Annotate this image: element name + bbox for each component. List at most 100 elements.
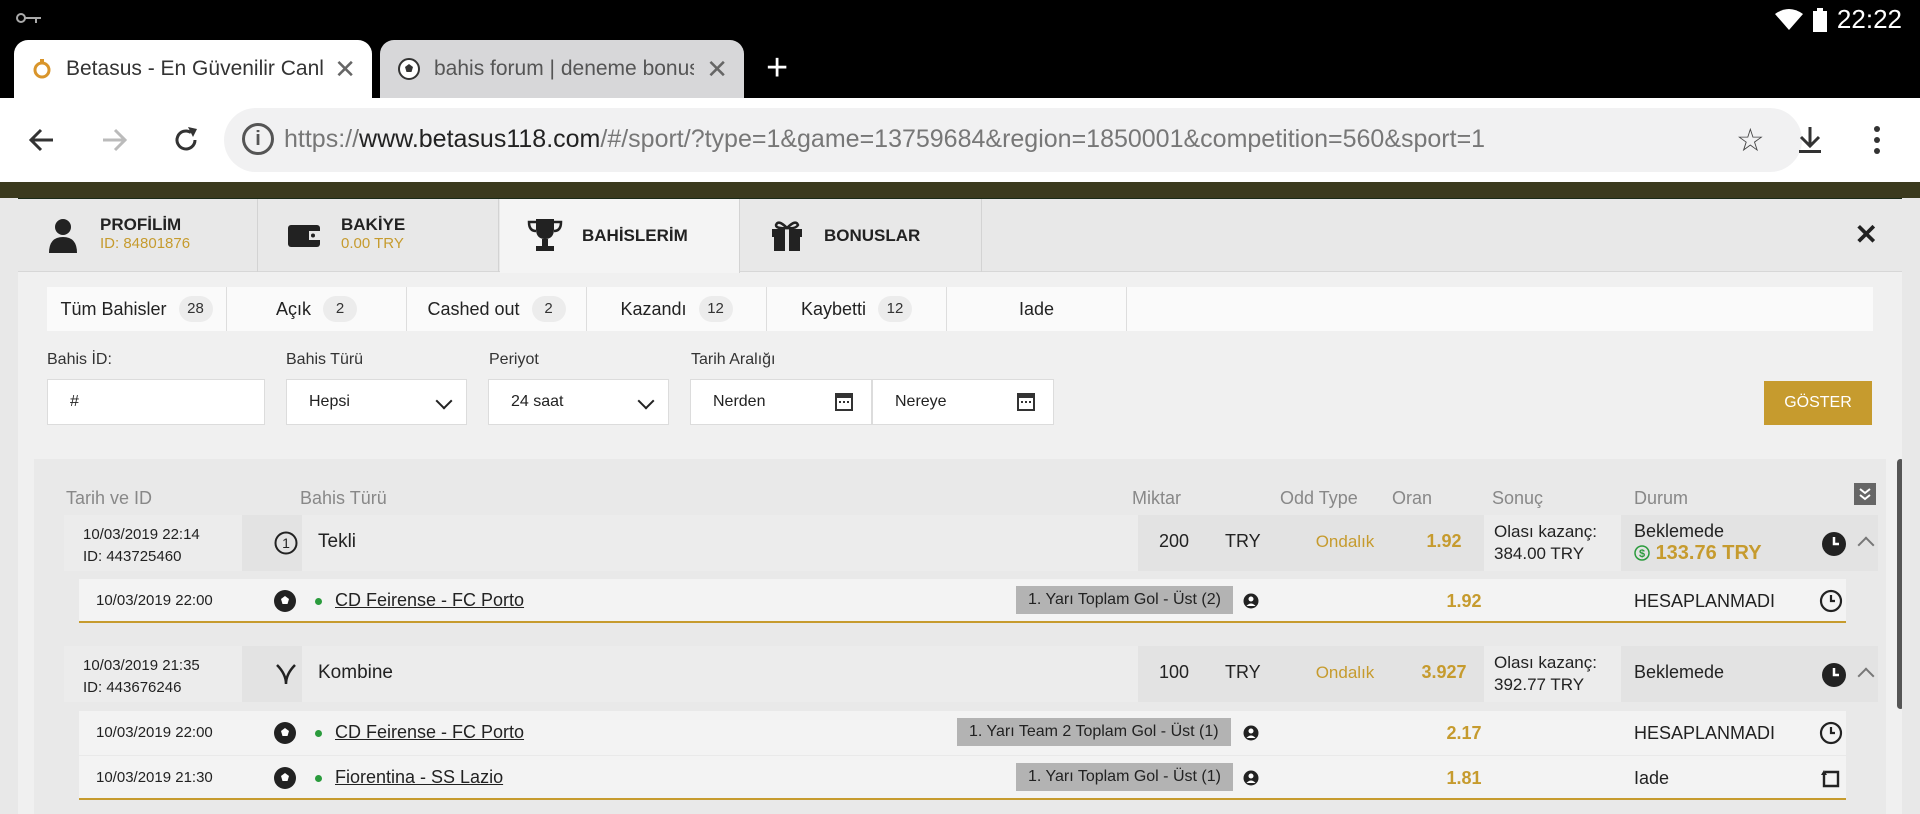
event-status: HESAPLANMADI bbox=[1634, 723, 1776, 743]
betasus-favicon-icon bbox=[33, 59, 51, 79]
event-market: 1. Yarı Toplam Gol - Üst (2) bbox=[1016, 586, 1233, 614]
back-button[interactable] bbox=[20, 118, 64, 162]
soccer-ball-icon bbox=[274, 767, 296, 789]
expand-all-button[interactable] bbox=[1854, 483, 1876, 505]
account-modal: PROFİLİM ID: 84801876 BAKİYE 0.00 TRY BA… bbox=[18, 199, 1902, 814]
period-select[interactable]: 24 saat bbox=[488, 379, 669, 425]
bet-status: Beklemede $ 133.76 TRY bbox=[1634, 521, 1762, 564]
browser-tab-active[interactable]: Betasus - En Güvenilir Canlı Bahis ✕ bbox=[14, 40, 372, 98]
chevron-down-icon bbox=[435, 392, 453, 410]
bet-id-label: Bahis İD: bbox=[47, 351, 112, 368]
filter-tab-lost[interactable]: Kaybetti 12 bbox=[767, 287, 947, 331]
filter-tab-all[interactable]: Tüm Bahisler 28 bbox=[47, 287, 227, 331]
bet-amount: 100 bbox=[1159, 662, 1190, 682]
wifi-icon bbox=[1774, 8, 1803, 30]
odd-type: Ondalık bbox=[1315, 532, 1375, 551]
bookmark-star-icon[interactable]: ☆ bbox=[1736, 118, 1765, 162]
soccer-ball-icon bbox=[398, 58, 420, 80]
browser-tab-strip: Betasus - En Güvenilir Canlı Bahis ✕ bah… bbox=[0, 40, 1920, 98]
event-date: 10/03/2019 22:00 bbox=[96, 592, 213, 609]
event-status: HESAPLANMADI bbox=[1634, 591, 1776, 611]
period-label: Periyot bbox=[489, 351, 539, 368]
filter-tab-cashed-out[interactable]: Cashed out 2 bbox=[407, 287, 587, 331]
filter-tab-open[interactable]: Açık 2 bbox=[227, 287, 407, 331]
url-text[interactable]: https://www.betasus118.com/#/sport/?type… bbox=[284, 125, 1485, 154]
bet-row[interactable]: 10/03/2019 22:14 ID: 443725460 1 Tekli 20… bbox=[64, 515, 1878, 571]
gift-icon bbox=[772, 221, 802, 251]
svg-text:$: $ bbox=[1639, 548, 1645, 560]
date-range-label: Tarih Aralığı bbox=[691, 351, 776, 368]
close-tab-icon[interactable]: ✕ bbox=[706, 56, 728, 82]
event-match-link[interactable]: CD Feirense - FC Porto bbox=[335, 590, 524, 611]
date-from-input[interactable]: Nerden bbox=[690, 379, 872, 425]
browser-tab-title: bahis forum | deneme bonusu bbox=[434, 57, 694, 80]
count-badge: 12 bbox=[698, 296, 733, 322]
possible-win: Olası kazanç: 384.00 TRY bbox=[1494, 522, 1597, 563]
scrollbar[interactable] bbox=[1897, 459, 1902, 709]
browser-tab-inactive[interactable]: bahis forum | deneme bonusu ✕ bbox=[380, 40, 744, 98]
wallet-icon bbox=[288, 225, 320, 247]
pending-clock-icon bbox=[1822, 532, 1846, 556]
balance-amount: 0.00 TRY bbox=[341, 235, 404, 252]
download-icon[interactable] bbox=[1796, 118, 1824, 166]
possible-win: Olası kazanç: 392.77 TRY bbox=[1494, 653, 1597, 694]
bet-row[interactable]: 10/03/2019 21:35 ID: 443676246 Kombine 10… bbox=[64, 646, 1878, 702]
bet-type: Kombine bbox=[318, 662, 393, 683]
bet-id-input[interactable]: # bbox=[47, 379, 265, 425]
reload-icon bbox=[175, 127, 197, 151]
event-match-link[interactable]: Fiorentina - SS Lazio bbox=[335, 767, 503, 788]
clock-outline-icon bbox=[1819, 589, 1843, 613]
forward-button[interactable] bbox=[92, 118, 136, 162]
tab-profile[interactable]: PROFİLİM ID: 84801876 bbox=[18, 199, 258, 272]
event-odds: 1.81 bbox=[1446, 768, 1482, 788]
odd-type: Ondalık bbox=[1315, 663, 1375, 682]
chevron-up-icon[interactable] bbox=[1857, 667, 1875, 685]
chevron-up-icon[interactable] bbox=[1857, 536, 1875, 554]
new-tab-button[interactable]: + bbox=[766, 48, 788, 88]
header-bet-type: Bahis Türü bbox=[300, 488, 387, 508]
bet-odds: 3.927 bbox=[1421, 662, 1467, 682]
double-chevron-down-icon bbox=[1859, 488, 1871, 501]
close-tab-icon[interactable]: ✕ bbox=[334, 56, 356, 82]
bet-date-id: 10/03/2019 21:35 ID: 443676246 bbox=[83, 657, 200, 696]
user-id: ID: 84801876 bbox=[100, 235, 191, 252]
single-bet-icon: 1 bbox=[274, 531, 298, 555]
reload-button[interactable] bbox=[164, 118, 208, 162]
browser-tab-title: Betasus - En Güvenilir Canlı Bahis bbox=[66, 57, 326, 80]
pending-clock-icon bbox=[1822, 663, 1846, 687]
show-button[interactable]: GÖSTER bbox=[1764, 381, 1872, 425]
filter-tab-refund[interactable]: Iade bbox=[947, 287, 1127, 331]
tab-bonuses[interactable]: BONUSLAR bbox=[742, 199, 982, 272]
bet-amount: 200 bbox=[1159, 531, 1190, 551]
person-icon bbox=[1243, 770, 1259, 786]
battery-icon bbox=[1812, 7, 1827, 32]
cashout-button[interactable]: $ 133.76 TRY bbox=[1634, 542, 1762, 564]
close-modal-icon[interactable]: ✕ bbox=[1855, 221, 1878, 249]
bet-type-select[interactable]: Hepsi bbox=[286, 379, 467, 425]
status-bar: 22:22 bbox=[0, 0, 1920, 40]
filter-tab-won[interactable]: Kazandı 12 bbox=[587, 287, 767, 331]
tab-my-bets[interactable]: BAHİSLERİM bbox=[500, 199, 740, 273]
date-to-input[interactable]: Nereye bbox=[872, 379, 1054, 425]
event-date: 10/03/2019 21:30 bbox=[96, 769, 213, 786]
event-date: 10/03/2019 22:00 bbox=[96, 724, 213, 741]
tab-profile-label: PROFİLİM bbox=[100, 215, 182, 234]
address-bar[interactable]: i https://www.betasus118.com/#/sport/?ty… bbox=[224, 108, 1802, 172]
event-odds: 1.92 bbox=[1446, 591, 1482, 611]
header-status: Durum bbox=[1634, 488, 1689, 508]
header-odd-type: Odd Type bbox=[1280, 488, 1358, 508]
svg-text:1: 1 bbox=[282, 535, 290, 551]
calendar-icon[interactable] bbox=[1017, 393, 1035, 411]
site-info-icon[interactable]: i bbox=[242, 123, 274, 155]
event-match-link[interactable]: CD Feirense - FC Porto bbox=[335, 722, 524, 743]
forward-arrow-icon bbox=[103, 128, 128, 152]
tab-balance[interactable]: BAKİYE 0.00 TRY bbox=[259, 199, 499, 272]
count-badge: 2 bbox=[531, 296, 566, 322]
count-badge: 12 bbox=[878, 296, 913, 322]
calendar-icon[interactable] bbox=[835, 393, 853, 411]
clock-outline-icon bbox=[1819, 721, 1843, 745]
person-icon bbox=[1243, 725, 1259, 741]
more-menu-icon[interactable] bbox=[1872, 118, 1882, 166]
bet-status: Beklemede bbox=[1634, 662, 1725, 682]
soccer-ball-icon bbox=[274, 590, 296, 612]
